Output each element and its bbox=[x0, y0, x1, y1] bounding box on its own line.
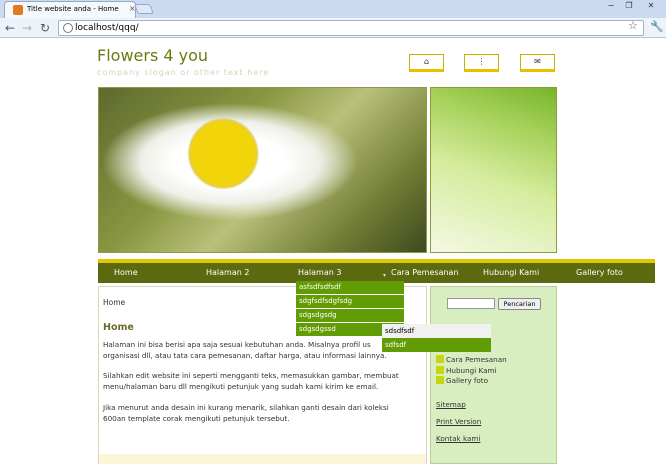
breadcrumb: Home bbox=[103, 298, 126, 307]
address-bar[interactable]: localhost/qqq/ bbox=[58, 20, 644, 36]
sidebar-item-label: Cara Pemesanan bbox=[446, 355, 507, 364]
search-button[interactable]: Pencarian bbox=[498, 298, 541, 310]
paragraph-1-line-1: Halaman ini bisa berisi apa saja sesuai … bbox=[103, 340, 371, 349]
content-paragraph-3: Jika menurut anda desain ini kurang mena… bbox=[103, 402, 421, 424]
nav-item-halaman-2[interactable]: Halaman 2 bbox=[206, 268, 249, 277]
reload-icon[interactable]: ↻ bbox=[40, 21, 50, 35]
home-icon[interactable]: ⌂ bbox=[409, 54, 444, 72]
page-info-icon bbox=[63, 23, 73, 33]
new-tab-button[interactable] bbox=[134, 4, 154, 14]
nav-item-cara-pemesanan[interactable]: Cara Pemesanan bbox=[391, 268, 459, 277]
content-paragraph-2: Silahkan edit website ini seperti mengga… bbox=[103, 370, 421, 392]
nav-item-hubungi-kami[interactable]: Hubungi Kami bbox=[483, 268, 539, 277]
paragraph-2-line-1: Silahkan edit website ini seperti mengga… bbox=[103, 371, 399, 380]
sidebar-item-label: Hubungi Kami bbox=[446, 366, 497, 375]
wrench-menu-icon[interactable]: 🔧 bbox=[650, 20, 664, 33]
maximize-icon[interactable]: ❐ bbox=[622, 1, 636, 12]
content-footer-strip bbox=[99, 454, 426, 464]
browser-tab[interactable]: Title website anda - Home × bbox=[4, 1, 136, 18]
bullet-icon bbox=[436, 355, 444, 363]
close-window-icon[interactable]: ✕ bbox=[644, 1, 658, 12]
paragraph-1-line-2: organisasi dll, atau tata cara pemesanan… bbox=[103, 351, 387, 360]
banner-side-panel bbox=[430, 87, 557, 253]
sub-dropdown: sdsdfsdf sdfsdf bbox=[382, 324, 491, 352]
sidebar: Pencarian Cara Pemesanan Hubungi Kami Ga… bbox=[430, 286, 557, 464]
minimize-icon[interactable]: − bbox=[604, 1, 618, 12]
sidebar-item-label: Gallery foto bbox=[446, 376, 489, 385]
tab-title: Title website anda - Home bbox=[27, 5, 119, 13]
browser-toolbar: ← → ↻ localhost/qqq/ ☆ 🔧 bbox=[0, 18, 666, 38]
search-input[interactable] bbox=[447, 298, 495, 309]
dropdown-item-1[interactable]: asfsdfsdfsdf bbox=[296, 281, 404, 294]
dropdown-item-2[interactable]: sdgfsdfsdgfsdg bbox=[296, 295, 404, 308]
bullet-icon bbox=[436, 366, 444, 374]
nav-item-halaman-3[interactable]: Halaman 3 bbox=[298, 268, 341, 277]
banner-flower-image bbox=[98, 87, 427, 253]
main-navigation: Home Halaman 2 Halaman 3 Cara Pemesanan … bbox=[98, 259, 655, 283]
favicon-icon bbox=[13, 5, 23, 15]
kontak-kami-link[interactable]: Kontak kami bbox=[436, 434, 480, 443]
bullet-icon bbox=[436, 376, 444, 384]
sitemap-icon[interactable]: ⋮ bbox=[464, 54, 499, 72]
mail-icon[interactable]: ✉ bbox=[520, 54, 555, 72]
page-title: Home bbox=[103, 322, 134, 333]
sidebar-item-hubungi-kami[interactable]: Hubungi Kami bbox=[436, 366, 496, 375]
nav-item-home[interactable]: Home bbox=[114, 268, 138, 277]
subdropdown-item-2[interactable]: sdfsdf bbox=[382, 338, 491, 352]
sidebar-item-cara-pemesanan[interactable]: Cara Pemesanan bbox=[436, 355, 507, 364]
paragraph-2-line-2: menu/halaman baru dll mengikuti petunjuk… bbox=[103, 382, 379, 391]
site-slogan: company slogan or other text here bbox=[97, 68, 270, 77]
site-title: Flowers 4 you bbox=[97, 46, 209, 65]
forward-arrow-icon[interactable]: → bbox=[22, 21, 32, 35]
paragraph-3-line-1: Jika menurut anda desain ini kurang mena… bbox=[103, 403, 389, 412]
paragraph-3-line-2: 600an template corak mengikuti petunjuk … bbox=[103, 414, 290, 423]
submenu-arrow-icon: ▾ bbox=[383, 272, 387, 279]
sitemap-link[interactable]: Sitemap bbox=[436, 400, 466, 409]
print-version-link[interactable]: Print Version bbox=[436, 417, 481, 426]
content-paragraph-1: Halaman ini bisa berisi apa saja sesuai … bbox=[103, 339, 421, 361]
sidebar-item-gallery-foto[interactable]: Gallery foto bbox=[436, 376, 488, 385]
nav-item-gallery-foto[interactable]: Gallery foto bbox=[576, 268, 623, 277]
url-text: localhost/qqq/ bbox=[75, 23, 139, 33]
browser-tab-strip: Title website anda - Home × − ❐ ✕ bbox=[0, 0, 666, 18]
subdropdown-item-1[interactable]: sdsdfsdf bbox=[382, 324, 491, 338]
back-arrow-icon[interactable]: ← bbox=[5, 21, 15, 35]
bookmark-star-icon[interactable]: ☆ bbox=[628, 19, 638, 32]
dropdown-item-3[interactable]: sdgsdgsdg bbox=[296, 309, 404, 322]
